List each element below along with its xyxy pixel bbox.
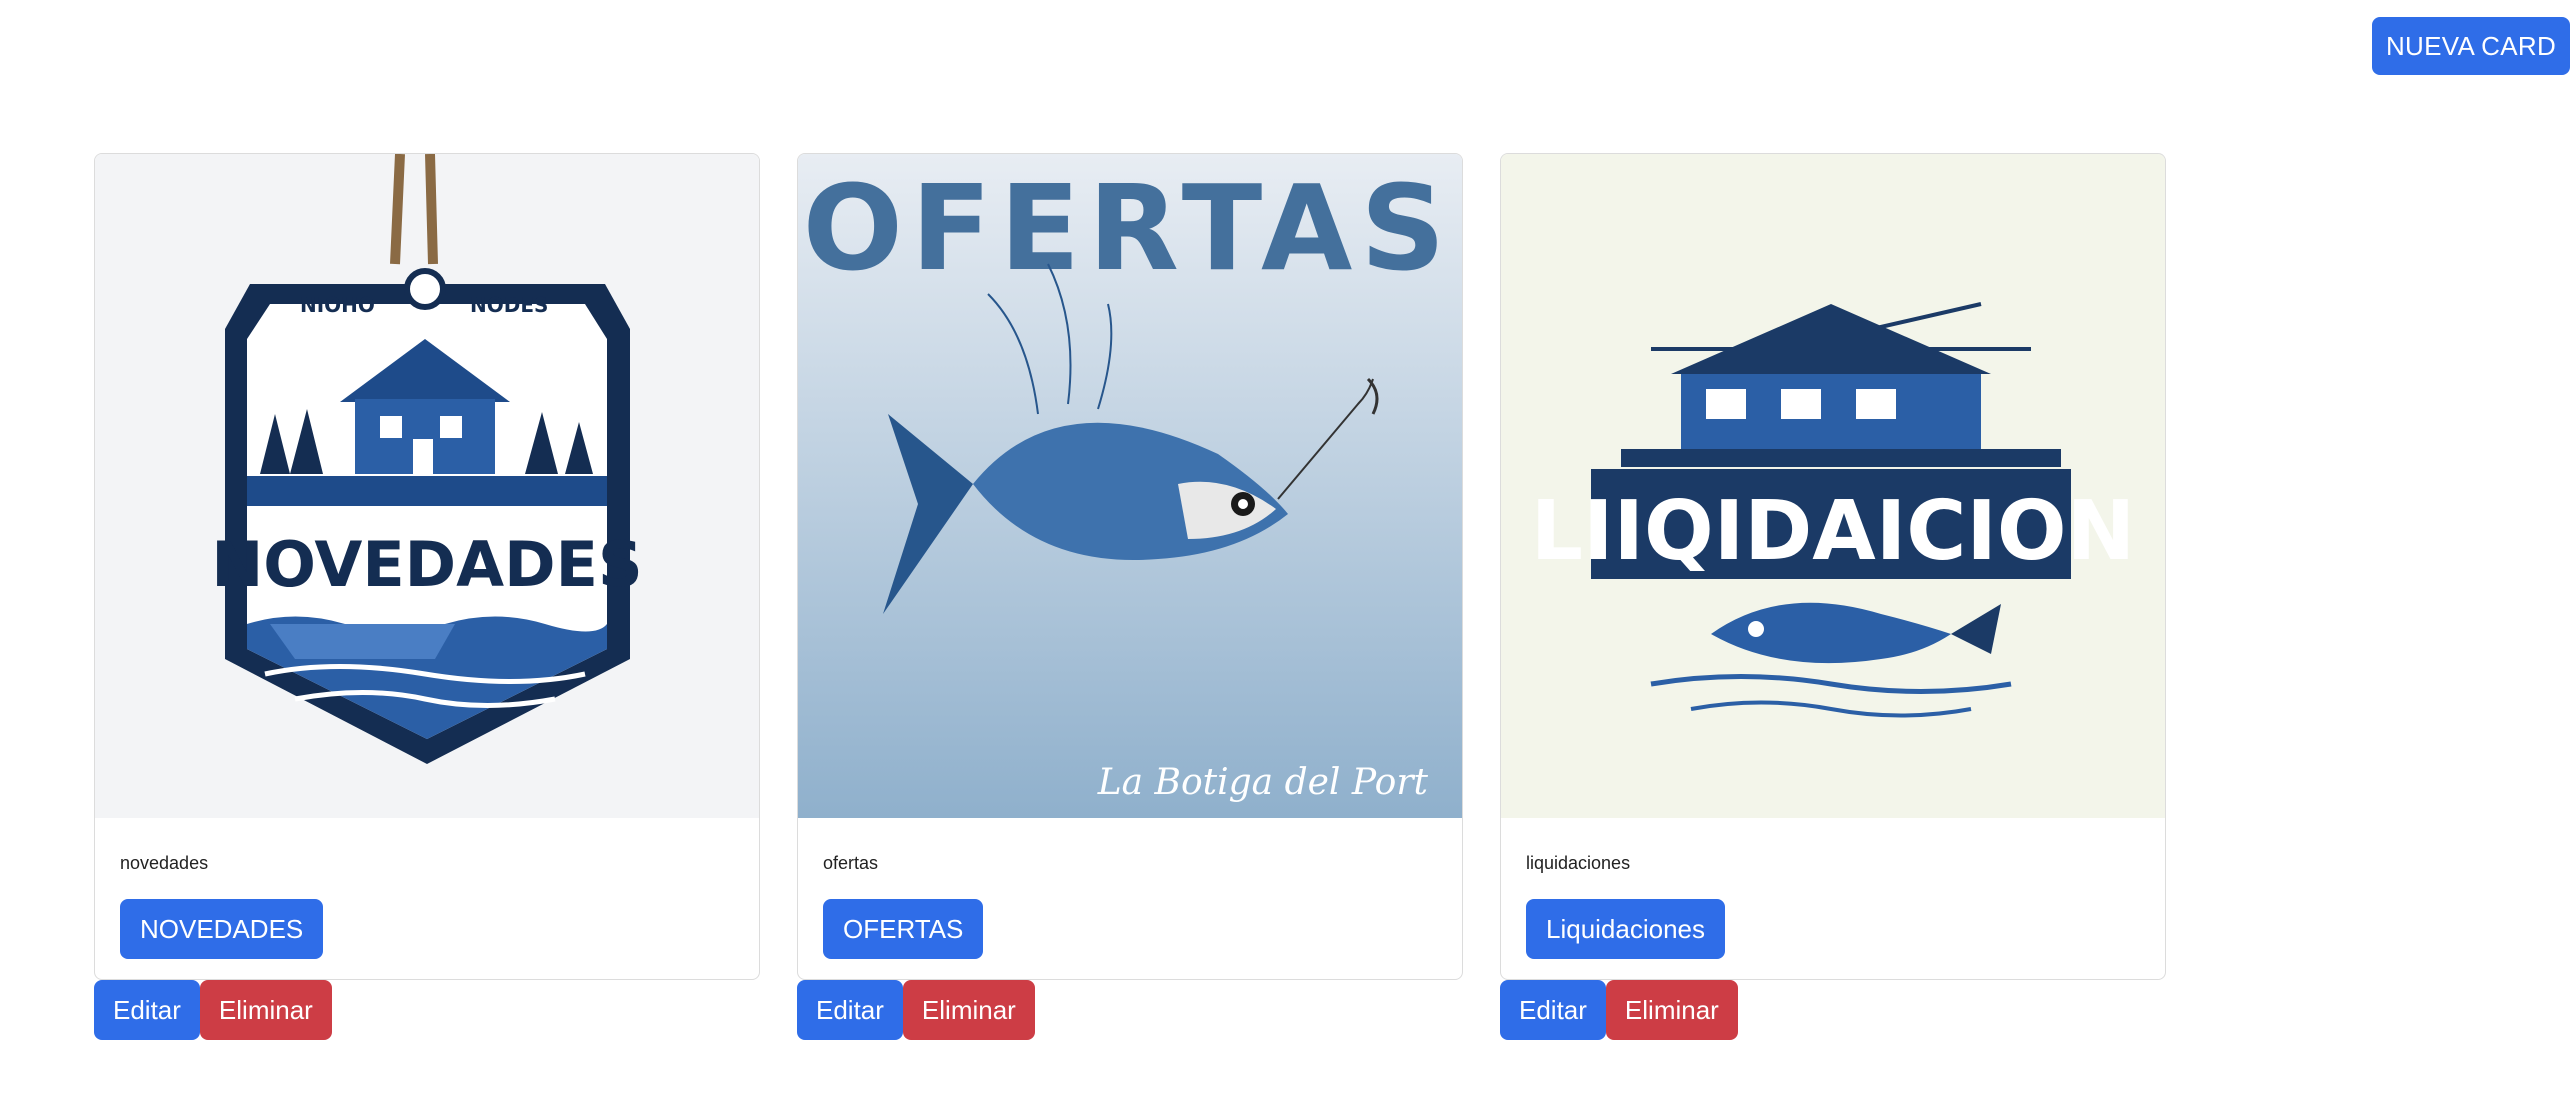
card-column-liquidaciones: LIIQIDAICION liquidaciones Liquidaciones… — [1500, 153, 2166, 1040]
novedades-tag-illustration: NIOHO NODES NOVEDADES — [95, 154, 759, 818]
card-actions: Editar Eliminar — [797, 980, 1463, 1040]
category-button-novedades[interactable]: NOVEDADES — [120, 899, 324, 959]
ofertas-title-text: OFERTAS — [803, 159, 1454, 297]
new-card-button[interactable]: NUEVA CARD — [2372, 17, 2570, 75]
liquidacion-title-text: LIIQIDAICION — [1531, 484, 2136, 579]
category-button-liquidaciones[interactable]: Liquidaciones — [1526, 899, 1726, 959]
edit-button[interactable]: Editar — [797, 980, 903, 1040]
card-image-liquidaciones: LIIQIDAICION — [1501, 154, 2165, 818]
delete-button[interactable]: Eliminar — [902, 980, 1035, 1040]
card-column-ofertas: OFERTAS La Botiga del Port ofertas OFERT… — [797, 153, 1463, 1040]
ofertas-signature: La Botiga del Port — [1097, 762, 1429, 803]
ofertas-fish-illustration: OFERTAS La Botiga del Port — [798, 154, 1462, 818]
card-column-novedades: NIOHO NODES NOVEDADES novedades NOVEDADE… — [94, 153, 760, 1040]
delete-button[interactable]: Eliminar — [199, 980, 332, 1040]
card-image-novedades: NIOHO NODES NOVEDADES — [95, 154, 759, 818]
card-caption: ofertas — [823, 853, 879, 873]
card-actions: Editar Eliminar — [1500, 980, 2166, 1040]
card-caption: liquidaciones — [1526, 853, 1631, 873]
tag-subtext-left: NIOHO — [300, 293, 375, 317]
edit-button[interactable]: Editar — [1500, 980, 1606, 1040]
card-actions: Editar Eliminar — [94, 980, 760, 1040]
liquidacion-house-illustration: LIIQIDAICION — [1501, 154, 2165, 818]
delete-button[interactable]: Eliminar — [1605, 980, 1738, 1040]
card-novedades: NIOHO NODES NOVEDADES novedades NOVEDADE… — [94, 153, 760, 980]
category-button-ofertas[interactable]: OFERTAS — [823, 899, 984, 959]
card-image-ofertas: OFERTAS La Botiga del Port — [798, 154, 1462, 818]
card-ofertas: OFERTAS La Botiga del Port ofertas OFERT… — [797, 153, 1463, 980]
card-liquidaciones: LIIQIDAICION liquidaciones Liquidaciones — [1500, 153, 2166, 980]
page: NUEVA CARD NIOHO NODES NOVEDADES novedad… — [0, 0, 2570, 1096]
edit-button[interactable]: Editar — [94, 980, 200, 1040]
tag-subtext-right: NODES — [470, 293, 548, 317]
card-caption: novedades — [120, 853, 209, 873]
tag-title-text: NOVEDADES — [211, 528, 642, 601]
